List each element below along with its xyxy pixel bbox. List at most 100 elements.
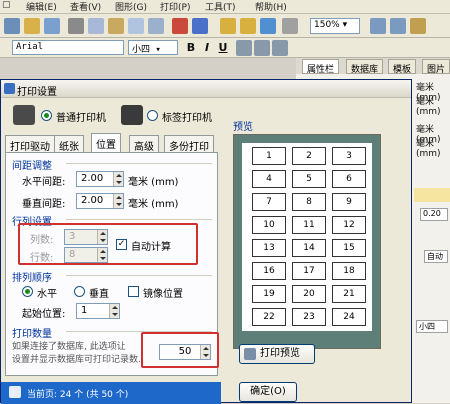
tab-database[interactable]: 数据库	[346, 59, 384, 75]
tool-icon[interactable]	[410, 18, 426, 34]
v-spacing-input[interactable]: 2.00	[76, 193, 124, 209]
normal-printer-radio[interactable]	[41, 110, 52, 121]
menu-print[interactable]: 打印(P)	[160, 0, 190, 13]
preview-cell: 17	[292, 262, 326, 280]
start-position-label: 起始位置:	[22, 309, 66, 320]
format-icon[interactable]	[128, 18, 144, 34]
spin-arrows-icon[interactable]	[113, 194, 123, 208]
redo-icon[interactable]	[192, 18, 208, 34]
spin-arrows-icon[interactable]	[200, 345, 210, 359]
preview-cell: 1	[252, 147, 286, 165]
save-icon[interactable]	[44, 18, 60, 34]
v-unit-label: 毫米 (mm)	[128, 199, 179, 210]
unit-text: 毫米 (mm)	[416, 97, 441, 117]
font-size-select[interactable]: 小四 ▾	[128, 40, 178, 55]
tab-position[interactable]: 位置	[91, 133, 121, 153]
font-name-select[interactable]: Arial	[12, 40, 124, 55]
start-position-input[interactable]: 1	[76, 303, 120, 319]
preview-page: 1 2 3 4 5 6 7 8 9 10 11 12 13 14 15 16 17 18 19 20 21 22 23 24	[242, 143, 372, 331]
new-icon[interactable]	[4, 18, 20, 34]
zoom-out-icon[interactable]	[240, 18, 256, 34]
grid-icon[interactable]	[370, 18, 386, 34]
zoom-page-icon[interactable]	[260, 18, 276, 34]
tab-advanced[interactable]: 高级	[129, 135, 159, 153]
order-horizontal-label: 水平	[37, 289, 57, 300]
order-horizontal-radio[interactable]	[22, 286, 33, 297]
preview-cell: 11	[292, 216, 326, 234]
open-icon[interactable]	[24, 18, 40, 34]
menu-bar: ▢ 编辑(E) 查看(V) 图形(G) 打印(P) 工具(T) 帮助(H)	[0, 0, 450, 14]
bold-button[interactable]: B	[184, 40, 198, 55]
spin-arrows-icon[interactable]	[97, 230, 107, 244]
spin-arrows-icon[interactable]	[113, 172, 123, 186]
tab-template[interactable]: 模板	[388, 59, 417, 75]
menu-edit[interactable]: 编辑(E)	[26, 0, 57, 13]
align-icon[interactable]	[390, 18, 406, 34]
mirror-label: 镜像位置	[143, 289, 183, 300]
preview-cell: 6	[332, 170, 366, 188]
preview-cell: 13	[252, 239, 286, 257]
align-center-icon[interactable]	[254, 40, 270, 56]
print-preview-button[interactable]: 打印预览	[239, 344, 315, 364]
italic-button[interactable]: I	[200, 40, 214, 55]
zoom-in-icon[interactable]	[220, 18, 236, 34]
tab-image[interactable]: 图片	[422, 59, 450, 75]
tab-paper[interactable]: 纸张	[54, 135, 84, 153]
fit-icon[interactable]	[282, 18, 298, 34]
status-text: 当前页: 24 个 (共 50 个)	[27, 390, 129, 400]
preview-cell: 3	[332, 147, 366, 165]
menu-file-fragment[interactable]: ▢	[2, 0, 11, 10]
dialog-titlebar[interactable]: 打印设置	[1, 80, 411, 98]
tab-multi-copy[interactable]: 多份打印	[164, 135, 214, 153]
ok-button[interactable]: 确定(O)	[239, 382, 297, 402]
value-field[interactable]: 0.20	[420, 208, 448, 221]
undo-icon[interactable]	[172, 18, 188, 34]
align-right-icon[interactable]	[272, 40, 288, 56]
paste-icon[interactable]	[108, 18, 124, 34]
print-settings-dialog: 打印设置 普通打印机 标签打印机 打印驱动 纸张 位置 高级 多份打印 间距调整…	[0, 79, 412, 404]
group-spacing-header: 间距调整	[12, 161, 52, 172]
spin-arrows-icon[interactable]	[109, 304, 119, 318]
zoom-select[interactable]: 150% ▾	[310, 18, 360, 34]
auto-field[interactable]: 自动	[424, 250, 448, 263]
preview-cell: 15	[332, 239, 366, 257]
tab-driver[interactable]: 打印驱动	[5, 135, 55, 153]
print-icon[interactable]	[148, 18, 164, 34]
rows-input[interactable]: 8	[64, 247, 108, 263]
cols-label: 列数:	[30, 235, 54, 246]
preview-cell: 7	[252, 193, 286, 211]
preview-label: 预览	[233, 122, 253, 133]
preview-area: 1 2 3 4 5 6 7 8 9 10 11 12 13 14 15 16 17 18 19 20 21 22 23 24	[233, 134, 381, 349]
label-printer-label: 标签打印机	[162, 113, 212, 124]
menu-graphics[interactable]: 图形(G)	[115, 0, 147, 13]
panel-tabs: 属性栏 数据库 模板 图片	[296, 58, 450, 75]
label-printer-radio[interactable]	[147, 110, 158, 121]
rows-label: 行数:	[30, 253, 54, 264]
preview-cell: 19	[252, 285, 286, 303]
group-quantity-header: 打印数量	[12, 329, 52, 340]
menu-help[interactable]: 帮助(H)	[255, 0, 287, 13]
font-size-field[interactable]: 小四	[416, 320, 448, 333]
underline-button[interactable]: U	[216, 40, 230, 55]
copy-icon[interactable]	[88, 18, 104, 34]
quantity-input[interactable]: 50	[159, 344, 211, 360]
order-vertical-radio[interactable]	[74, 286, 85, 297]
preview-cell: 10	[252, 216, 286, 234]
cut-icon[interactable]	[68, 18, 84, 34]
h-spacing-input[interactable]: 2.00	[76, 171, 124, 187]
mirror-checkbox[interactable]	[128, 286, 139, 297]
spin-arrows-icon[interactable]	[97, 248, 107, 262]
preview-cell: 9	[332, 193, 366, 211]
menu-tools[interactable]: 工具(T)	[205, 0, 236, 13]
tab-properties[interactable]: 属性栏	[302, 59, 340, 75]
menu-view[interactable]: 查看(V)	[70, 0, 101, 13]
unit-text: 毫米 (mm)	[416, 139, 441, 159]
preview-cell: 16	[252, 262, 286, 280]
preview-cell: 21	[332, 285, 366, 303]
auto-calc-checkbox[interactable]: ✓	[116, 239, 127, 250]
cols-input[interactable]: 3	[64, 229, 108, 245]
align-left-icon[interactable]	[236, 40, 252, 56]
divider	[66, 219, 212, 220]
status-bar: 当前页: 24 个 (共 50 个)	[1, 382, 221, 404]
normal-printer-icon	[13, 105, 35, 125]
